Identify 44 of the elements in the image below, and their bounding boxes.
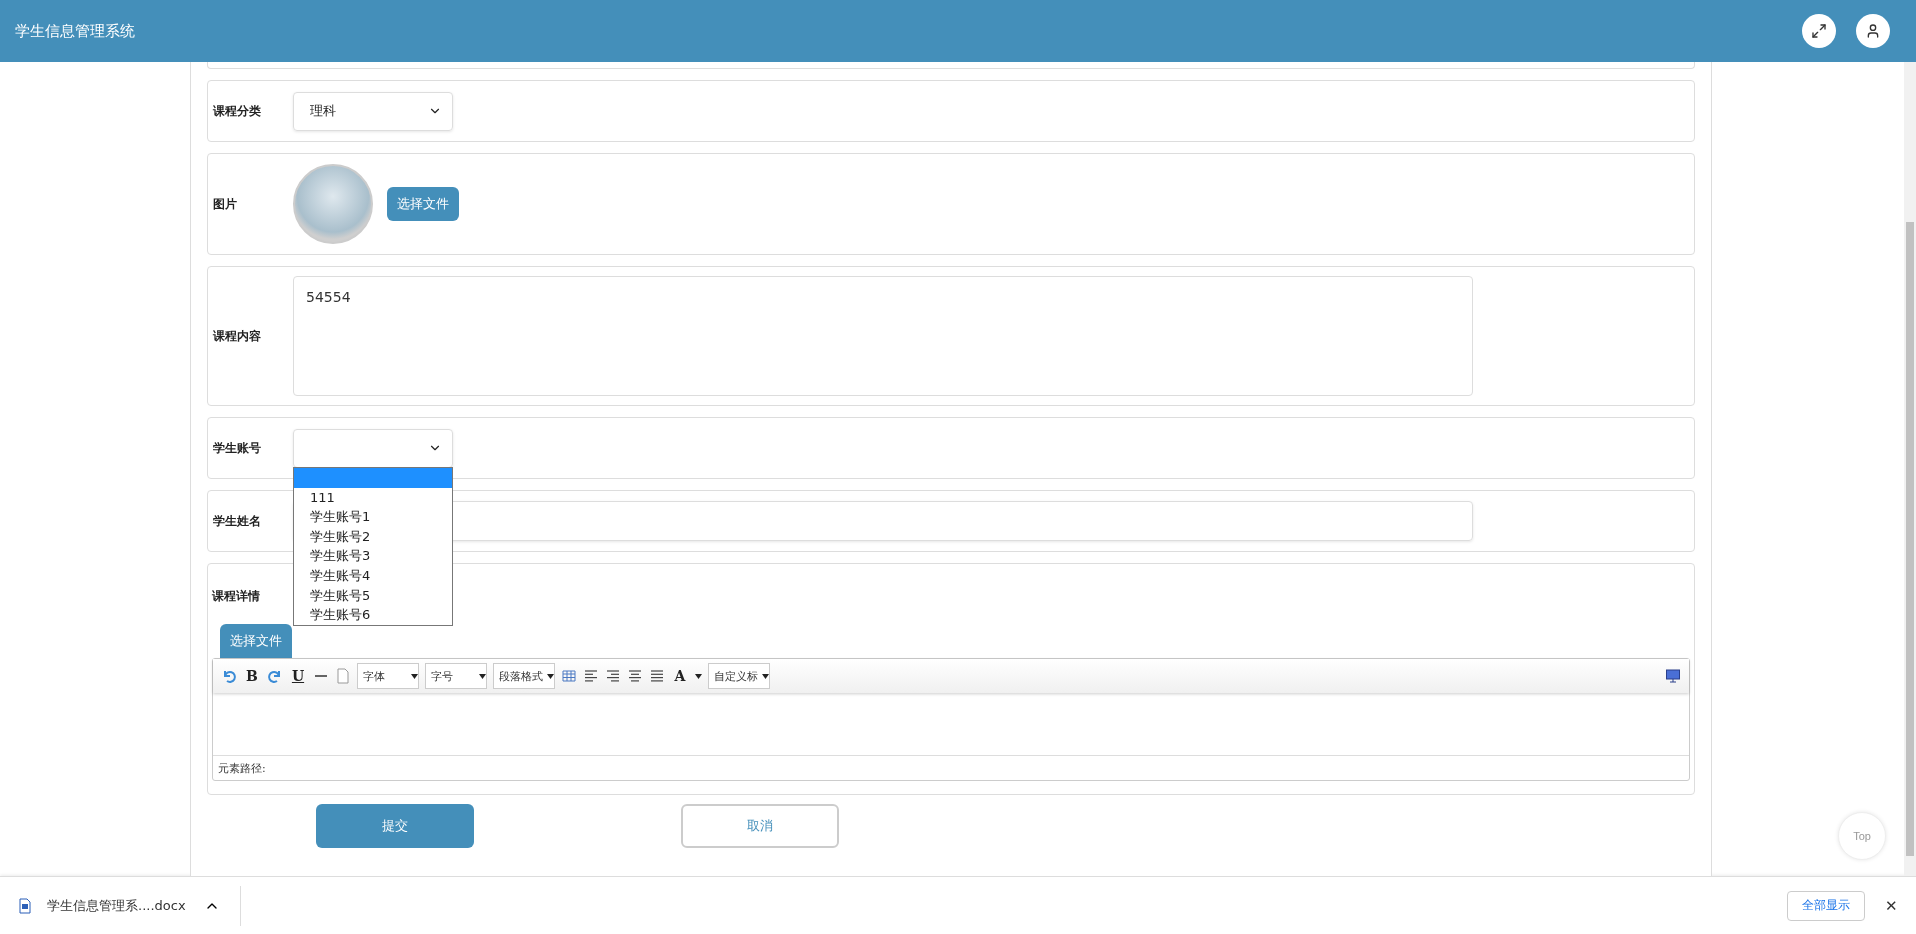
underline-button[interactable]: U xyxy=(289,668,307,684)
scrollbar[interactable] xyxy=(1904,62,1916,876)
align-center-icon[interactable] xyxy=(627,668,643,684)
download-file-name[interactable]: 学生信息管理系....docx xyxy=(47,896,186,915)
submit-button[interactable]: 提交 xyxy=(316,804,474,848)
align-right-icon[interactable] xyxy=(605,668,621,684)
dropdown-field[interactable]: 字号 xyxy=(425,663,487,689)
choose-file-button[interactable]: 选择文件 xyxy=(387,187,459,221)
font-color-button[interactable]: A xyxy=(671,668,689,684)
element-path-label: 元素路径: xyxy=(218,760,266,776)
dropdown-field[interactable]: 自定义标 xyxy=(708,663,770,689)
field-label: 图片 xyxy=(213,195,238,213)
textarea-field[interactable]: 54554 xyxy=(293,276,1473,396)
dropdown-field[interactable]: 段落格式 xyxy=(493,663,555,689)
monitor-icon[interactable] xyxy=(1665,669,1681,683)
table-icon[interactable] xyxy=(561,668,577,684)
caret-icon xyxy=(479,673,486,679)
bold-button[interactable]: B xyxy=(243,668,261,684)
select-field[interactable]: 理科 xyxy=(293,91,453,131)
caret-icon xyxy=(547,673,554,679)
field-label: 学生姓名 xyxy=(213,512,262,530)
user-button[interactable] xyxy=(1856,14,1890,48)
field-label: 课程分类 xyxy=(213,102,262,120)
justify-icon[interactable] xyxy=(649,668,665,684)
close-button[interactable]: ✕ xyxy=(1879,895,1904,916)
undo-icon[interactable] xyxy=(221,668,237,684)
caret-icon xyxy=(762,673,769,679)
field-label: 课程内容 xyxy=(213,327,262,345)
redo-icon[interactable] xyxy=(267,668,283,684)
align-left-icon[interactable] xyxy=(583,668,599,684)
caret-icon xyxy=(411,673,418,679)
choose-file-button[interactable]: 选择文件 xyxy=(220,624,292,658)
document-icon xyxy=(18,897,32,914)
show-all-button[interactable]: 全部显示 xyxy=(1787,890,1865,921)
cancel-button[interactable]: 取消 xyxy=(681,804,839,848)
field-label: 学生账号 xyxy=(213,439,262,457)
user-icon xyxy=(1865,23,1881,39)
expand-icon xyxy=(1811,23,1827,39)
fullscreen-button[interactable] xyxy=(1802,14,1836,48)
caret-icon xyxy=(695,673,702,679)
rich-text-editor[interactable]: B U 字体 字号 段落格式 A 自定义标 元素路径: xyxy=(212,658,1690,781)
field-label: 课程详情 xyxy=(212,587,261,605)
dropdown-field[interactable]: 字体 xyxy=(357,663,419,689)
app-title: 学生信息管理系统 xyxy=(15,21,136,41)
